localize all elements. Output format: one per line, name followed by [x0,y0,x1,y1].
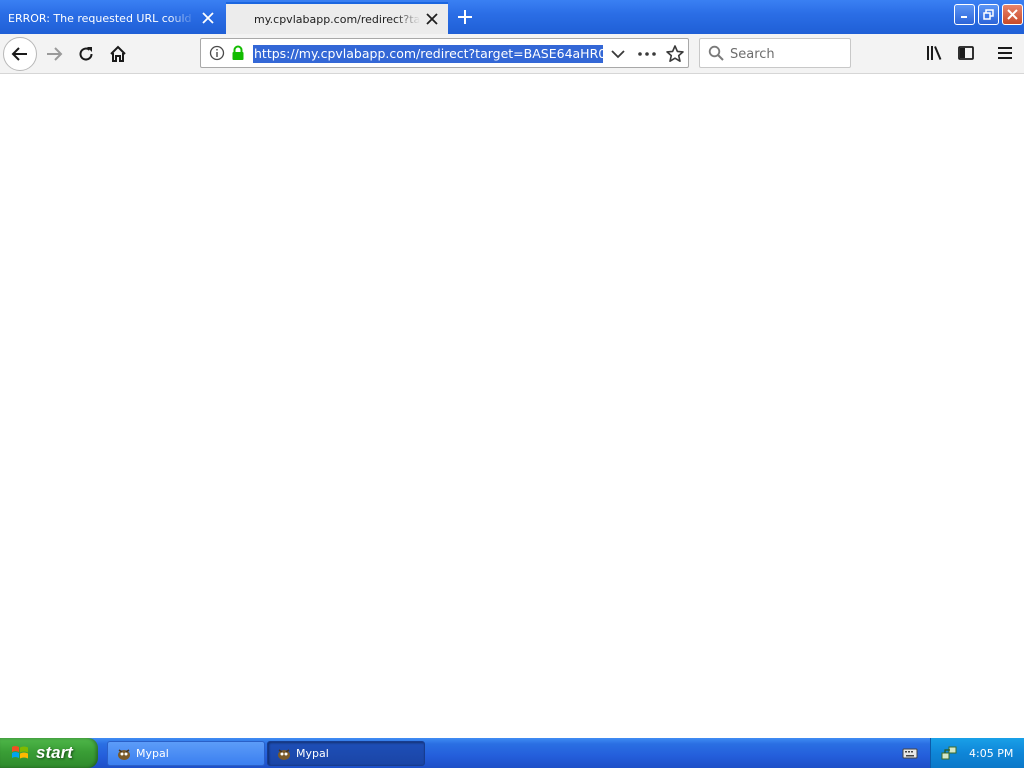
lock-icon[interactable] [230,45,246,61]
chevron-down-icon[interactable] [609,45,627,63]
start-label: start [36,743,73,762]
taskbar-item[interactable]: Mypal [107,741,265,766]
url-text[interactable]: https://my.cpvlabapp.com/redirect?target… [253,45,603,63]
close-icon[interactable] [196,6,220,30]
search-input[interactable] [730,45,845,63]
clock[interactable]: 4:05 PM [969,747,1013,760]
back-button[interactable] [3,37,37,71]
restore-icon [983,9,994,20]
forward-arrow-icon [47,47,63,61]
page-content [0,75,1024,738]
system-tray: 4:05 PM [930,738,1024,768]
hamburger-menu-icon [998,47,1012,59]
minimize-button[interactable] [954,4,975,25]
restore-button[interactable] [978,4,999,25]
star-icon[interactable] [665,44,685,64]
library-button[interactable] [921,40,947,66]
minimize-icon [961,16,967,18]
new-tab-button[interactable] [452,4,478,30]
taskbar-item-label: Mypal [136,747,169,760]
navigation-toolbar: https://my.cpvlabapp.com/redirect?target… [0,34,1024,74]
plus-icon [458,10,472,24]
network-icon[interactable] [941,745,957,761]
back-arrow-icon [11,47,27,61]
title-bar: ERROR: The requested URL could not be re… [0,0,1024,34]
sidebar-icon [958,46,974,60]
close-icon[interactable] [420,7,444,31]
close-window-button[interactable] [1002,4,1023,25]
reload-icon [79,47,93,61]
taskbar: start Mypal Mypal 4:05 PM [0,738,1024,768]
sidebar-button[interactable] [953,40,979,66]
mypal-icon [278,748,290,760]
home-button[interactable] [102,38,134,70]
reload-button[interactable] [70,38,102,70]
search-bar[interactable] [699,38,851,68]
taskbar-item-label: Mypal [296,747,329,760]
more-icon[interactable] [637,45,657,63]
forward-button[interactable] [38,38,70,70]
tab-label: ERROR: The requested URL could not be re… [8,11,196,25]
tab-error[interactable]: ERROR: The requested URL could not be re… [0,2,224,34]
search-icon [708,45,724,61]
windows-flag-icon [12,746,28,759]
menu-button[interactable] [992,40,1018,66]
taskbar-item[interactable]: Mypal [267,741,425,766]
url-bar[interactable]: https://my.cpvlabapp.com/redirect?target… [200,38,689,68]
mypal-icon [118,748,130,760]
close-icon [1007,9,1018,20]
tab-redirect[interactable]: my.cpvlabapp.com/redirect?target=BASE64a… [226,2,448,34]
tab-label: my.cpvlabapp.com/redirect?target=BASE64a… [254,12,420,26]
keyboard-icon[interactable] [902,746,918,760]
start-button[interactable]: start [0,738,98,768]
info-icon[interactable] [209,45,225,61]
library-icon [927,46,942,60]
home-icon [110,45,126,62]
